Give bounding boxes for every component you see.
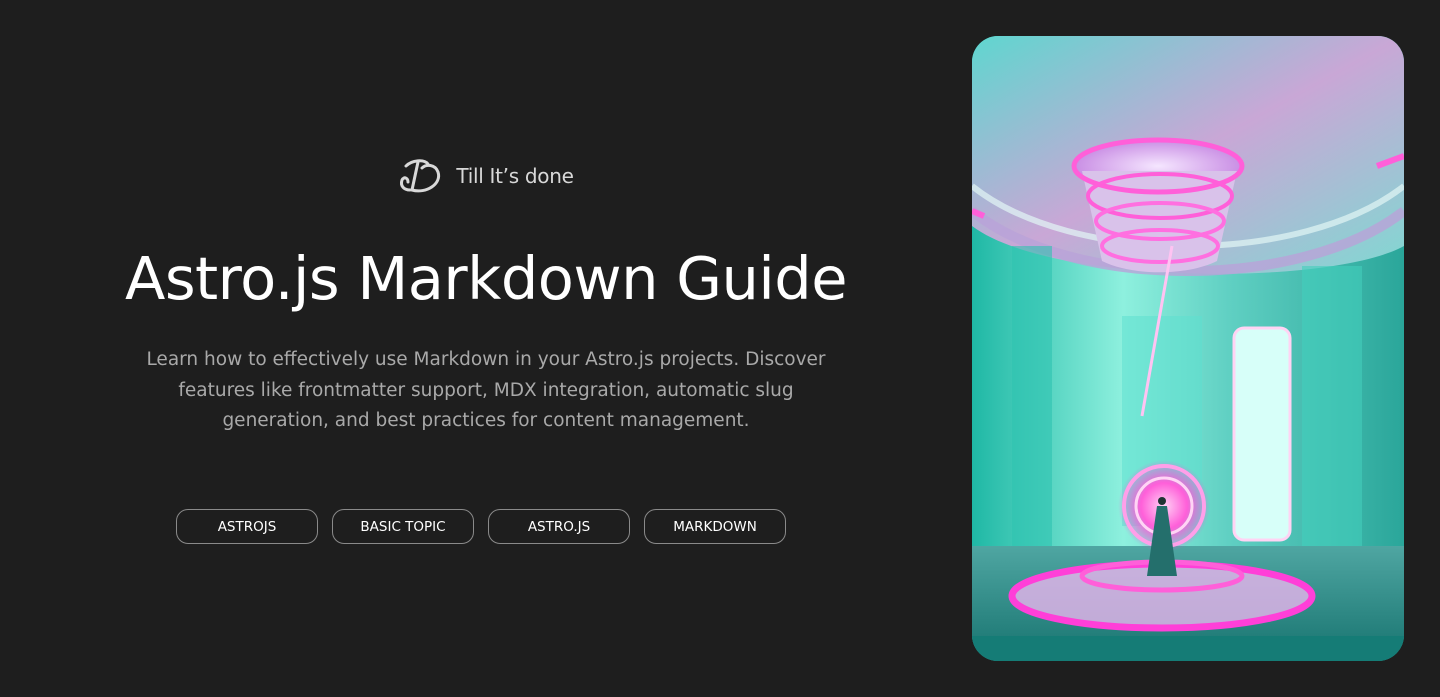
tag-astro-js[interactable]: ASTRO.JS (488, 509, 630, 544)
neon-room-illustration (972, 36, 1404, 661)
brand-logo-icon (398, 156, 444, 196)
page: Till It’s done Astro.js Markdown Guide L… (0, 0, 1440, 697)
brand-name: Till It’s done (456, 164, 574, 188)
brand[interactable]: Till It’s done (0, 156, 972, 196)
hero-image (972, 36, 1404, 661)
page-description: Learn how to effectively use Markdown in… (146, 349, 826, 431)
page-title: Astro.js Markdown Guide (124, 244, 848, 313)
tag-list: ASTROJS BASIC TOPIC ASTRO.JS MARKDOWN (176, 509, 786, 544)
hero-text-panel: Till It’s done Astro.js Markdown Guide L… (0, 0, 972, 697)
tag-basic-topic[interactable]: BASIC TOPIC (332, 509, 474, 544)
tag-astrojs[interactable]: ASTROJS (176, 509, 318, 544)
tag-markdown[interactable]: MARKDOWN (644, 509, 786, 544)
